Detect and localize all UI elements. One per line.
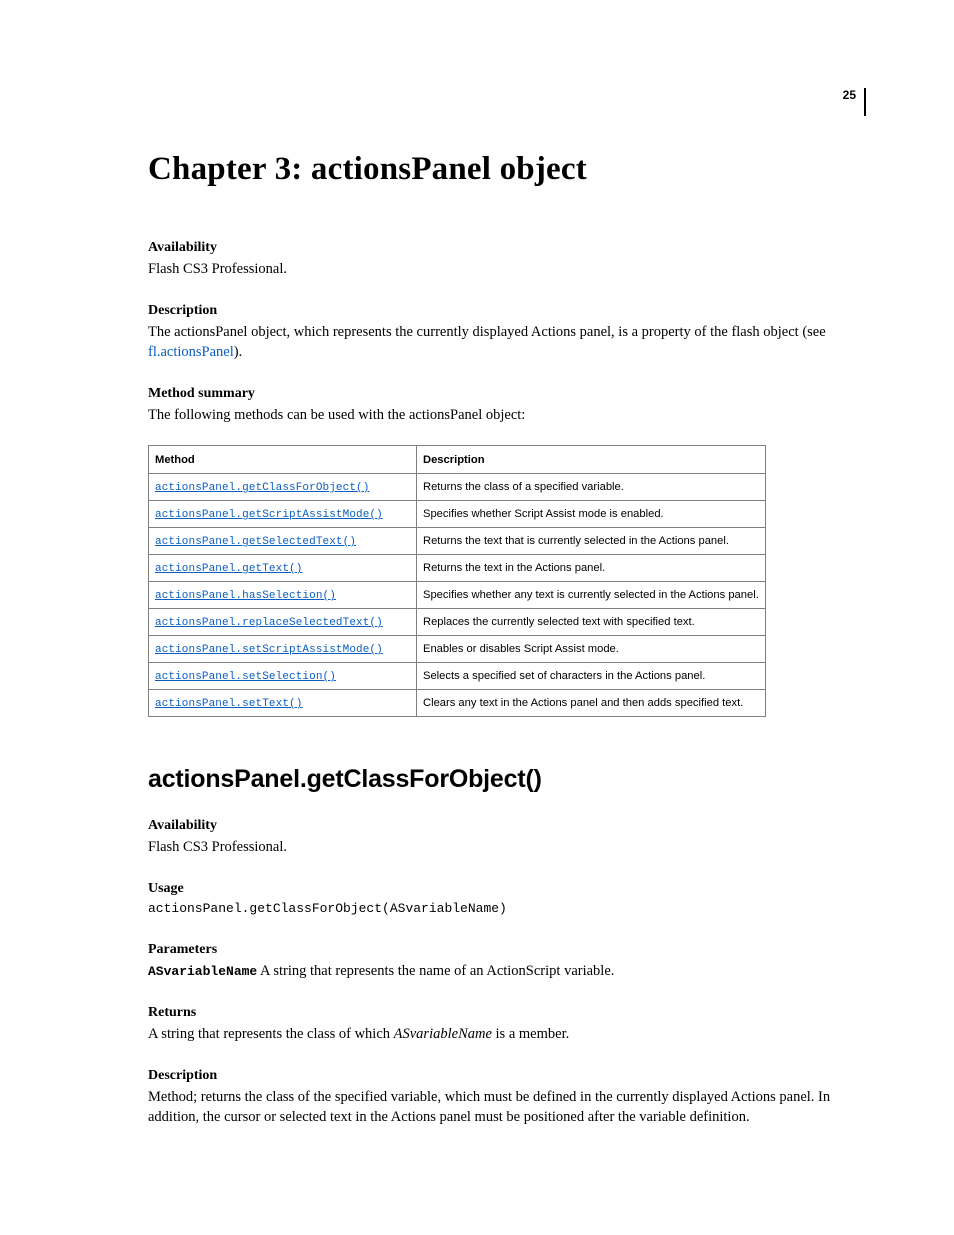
method-link[interactable]: actionsPanel.getClassForObject() (155, 482, 369, 494)
md-param-name: ASvariableName (148, 964, 257, 979)
description-text: The actionsPanel object, which represent… (148, 322, 866, 362)
md-returns-italic: ASvariableName (394, 1026, 492, 1042)
method-link[interactable]: actionsPanel.getScriptAssistMode() (155, 509, 383, 521)
method-link[interactable]: actionsPanel.setText() (155, 698, 302, 710)
description-cell: Returns the text that is currently selec… (417, 528, 766, 555)
method-cell: actionsPanel.getScriptAssistMode() (149, 501, 417, 528)
method-cell: actionsPanel.getClassForObject() (149, 474, 417, 501)
availability-label: Availability (148, 240, 866, 256)
description-label: Description (148, 303, 866, 319)
table-row: actionsPanel.getClassForObject() Returns … (149, 474, 766, 501)
method-link[interactable]: actionsPanel.setSelection() (155, 671, 336, 683)
table-row: actionsPanel.hasSelection() Specifies whe… (149, 582, 766, 609)
method-cell: actionsPanel.setText() (149, 690, 417, 717)
method-cell: actionsPanel.setSelection() (149, 663, 417, 690)
md-returns-label: Returns (148, 1005, 866, 1021)
fl-actionspanel-link[interactable]: fl.actionsPanel (148, 344, 234, 360)
md-returns-a: A string that represents the class of wh… (148, 1026, 394, 1042)
md-parameters-line: ASvariableName A string that represents … (148, 961, 866, 981)
md-description-label: Description (148, 1068, 866, 1084)
method-detail-heading: actionsPanel.getClassForObject() (148, 765, 866, 794)
table-row: actionsPanel.setText() Clears any text in… (149, 690, 766, 717)
method-summary-intro: The following methods can be used with t… (148, 405, 866, 425)
table-header-row: Method Description (149, 446, 766, 474)
method-cell: actionsPanel.getSelectedText() (149, 528, 417, 555)
method-link[interactable]: actionsPanel.setScriptAssistMode() (155, 644, 383, 656)
page-number: 25 (843, 88, 856, 102)
page-number-wrap: 25 (843, 88, 866, 116)
md-description-text: Method; returns the class of the specifi… (148, 1087, 866, 1127)
availability-text: Flash CS3 Professional. (148, 259, 866, 279)
table-row: actionsPanel.getText() Returns the text i… (149, 555, 766, 582)
md-param-desc: A string that represents the name of an … (257, 963, 614, 979)
chapter-title: Chapter 3: actionsPanel object (148, 151, 866, 188)
method-summary-table: Method Description actionsPanel.getClass… (148, 445, 766, 717)
description-cell: Replaces the currently selected text wit… (417, 609, 766, 636)
description-text-a: The actionsPanel object, which represent… (148, 324, 826, 340)
description-cell: Returns the class of a specified variabl… (417, 474, 766, 501)
description-cell: Returns the text in the Actions panel. (417, 555, 766, 582)
table-row: actionsPanel.replaceSelectedText() Replac… (149, 609, 766, 636)
method-summary-label: Method summary (148, 386, 866, 402)
table-row: actionsPanel.getSelectedText() Returns th… (149, 528, 766, 555)
md-returns-text: A string that represents the class of wh… (148, 1024, 866, 1044)
method-link[interactable]: actionsPanel.hasSelection() (155, 590, 336, 602)
description-cell: Enables or disables Script Assist mode. (417, 636, 766, 663)
method-link[interactable]: actionsPanel.replaceSelectedText() (155, 617, 383, 629)
table-row: actionsPanel.getScriptAssistMode() Specif… (149, 501, 766, 528)
description-cell: Specifies whether Script Assist mode is … (417, 501, 766, 528)
method-link[interactable]: actionsPanel.getSelectedText() (155, 536, 356, 548)
md-availability-label: Availability (148, 818, 866, 834)
method-cell: actionsPanel.hasSelection() (149, 582, 417, 609)
md-returns-b: is a member. (492, 1026, 569, 1042)
table-row: actionsPanel.setScriptAssistMode() Enable… (149, 636, 766, 663)
th-description: Description (417, 446, 766, 474)
page-content: Chapter 3: actionsPanel object Availabil… (0, 0, 954, 1187)
description-cell: Specifies whether any text is currently … (417, 582, 766, 609)
table-row: actionsPanel.setSelection() Selects a spe… (149, 663, 766, 690)
description-text-b: ). (234, 344, 242, 360)
description-cell: Clears any text in the Actions panel and… (417, 690, 766, 717)
description-cell: Selects a specified set of characters in… (417, 663, 766, 690)
method-link[interactable]: actionsPanel.getText() (155, 563, 302, 575)
method-cell: actionsPanel.setScriptAssistMode() (149, 636, 417, 663)
method-cell: actionsPanel.getText() (149, 555, 417, 582)
md-usage-code: actionsPanel.getClassForObject(ASvariabl… (148, 900, 866, 918)
md-usage-label: Usage (148, 881, 866, 897)
th-method: Method (149, 446, 417, 474)
method-cell: actionsPanel.replaceSelectedText() (149, 609, 417, 636)
md-availability-text: Flash CS3 Professional. (148, 837, 866, 857)
md-parameters-label: Parameters (148, 942, 866, 958)
